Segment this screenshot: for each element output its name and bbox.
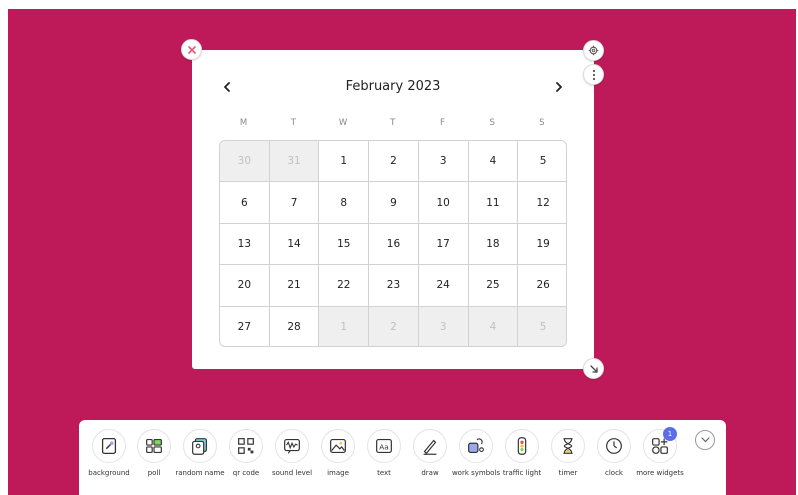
calendar-day-outside-month[interactable]: 1 [319,306,370,346]
gear-icon [588,45,599,56]
image-icon [330,438,346,454]
calendar-day[interactable]: 23 [369,265,419,307]
random-name-icon [192,438,208,455]
resize-handle[interactable] [583,358,604,379]
tool-icon-button[interactable]: Aa [367,429,401,463]
calendar-day[interactable]: 12 [518,182,566,224]
calendar-day[interactable]: 7 [269,182,320,224]
calendar-day[interactable]: 5 [518,141,566,183]
tool-icon-button[interactable] [459,429,493,463]
tool-icon-button[interactable] [275,429,309,463]
tool-icon-button[interactable] [137,429,171,463]
calendar-day[interactable]: 14 [269,223,320,266]
close-icon [187,45,196,54]
calendar-day[interactable]: 26 [518,265,566,307]
calendar-day[interactable]: 11 [468,182,519,224]
calendar-day-outside-month[interactable]: 3 [418,306,469,346]
calendar-day[interactable]: 9 [369,182,419,224]
calendar-day[interactable]: 6 [220,182,270,224]
calendar-day[interactable]: 3 [418,141,469,183]
text-icon: Aa [376,438,392,454]
tool-icon-button[interactable] [229,429,263,463]
notification-badge: 1 [663,427,677,441]
tool-icon-button[interactable] [413,429,447,463]
background-icon [101,438,117,454]
calendar-day[interactable]: 20 [220,265,270,307]
calendar-day-outside-month[interactable]: 2 [369,306,419,346]
calendar-day[interactable]: 15 [319,223,370,266]
weekday-label: F [439,118,446,128]
calendar-day[interactable]: 4 [468,141,519,183]
calendar-day[interactable]: 10 [418,182,469,224]
calendar-day-outside-month[interactable]: 31 [269,141,320,183]
tool-icon-button[interactable] [183,429,217,463]
next-month-button[interactable] [549,77,569,97]
tool-icon-button[interactable] [92,429,126,463]
calendar-day[interactable]: 2 [369,141,419,183]
hourglass-icon [563,438,573,454]
qr-code-icon [238,438,254,454]
calendar-grid: 30 31 1 2 3 4 5 6 7 8 9 10 11 12 13 14 15 16 17 18 19 20 21 22 2… [219,140,567,347]
calendar-day[interactable]: 22 [319,265,370,307]
chevron-right-icon [556,82,562,92]
tool-icon-button[interactable] [551,429,585,463]
tool-more-widgets[interactable]: more widgets [632,429,688,495]
calendar-day[interactable]: 13 [220,223,270,266]
tool-icon-button[interactable] [597,429,631,463]
tool-label: more widgets [636,469,684,477]
tool-icon-button[interactable] [505,429,539,463]
weekday-label: S [539,118,546,128]
weekday-label: T [390,118,396,128]
calendar-day[interactable]: 24 [418,265,469,307]
calendar-day[interactable]: 8 [319,182,370,224]
month-title: February 2023 [345,79,441,94]
calendar-day-outside-month[interactable]: 4 [468,306,519,346]
previous-month-button[interactable] [217,77,237,97]
resize-icon [589,364,598,373]
calendar-day[interactable]: 1 [319,141,370,183]
traffic-light-icon [517,437,527,455]
settings-button[interactable] [583,40,604,61]
widget-toolbar: background poll random name qr code sound le… [79,420,726,495]
draw-icon [423,439,437,455]
work-symbols-icon [468,438,484,454]
calendar-day[interactable]: 18 [468,223,519,266]
chevron-left-icon [224,82,230,92]
poll-icon [146,438,162,454]
calendar-day[interactable]: 17 [418,223,469,266]
weekday-label: W [338,118,348,128]
calendar-day[interactable]: 28 [270,306,320,346]
calendar-day[interactable]: 16 [369,223,419,266]
calendar-day-outside-month[interactable]: 30 [220,141,270,183]
svg-text:Aa: Aa [379,443,389,452]
widget-menu-button[interactable] [583,64,604,85]
calendar-day[interactable]: 27 [220,306,270,346]
weekday-header: MTWTFSS [219,118,567,132]
tool-icon-button[interactable] [321,429,355,463]
collapse-toolbar-button[interactable] [695,430,715,450]
calendar-day[interactable]: 21 [269,265,320,307]
calendar-day[interactable]: 19 [518,224,566,266]
vertical-dots-icon [592,69,595,80]
weekday-label: T [290,118,297,128]
close-widget-button[interactable] [181,39,202,60]
sound-level-icon [284,438,300,454]
clock-icon [606,438,622,454]
calendar-day[interactable]: 25 [468,265,519,307]
chevron-down-icon [700,437,710,443]
calendar-day-outside-month[interactable]: 5 [518,306,566,346]
weekday-label: M [239,118,248,128]
weekday-label: S [489,118,496,128]
